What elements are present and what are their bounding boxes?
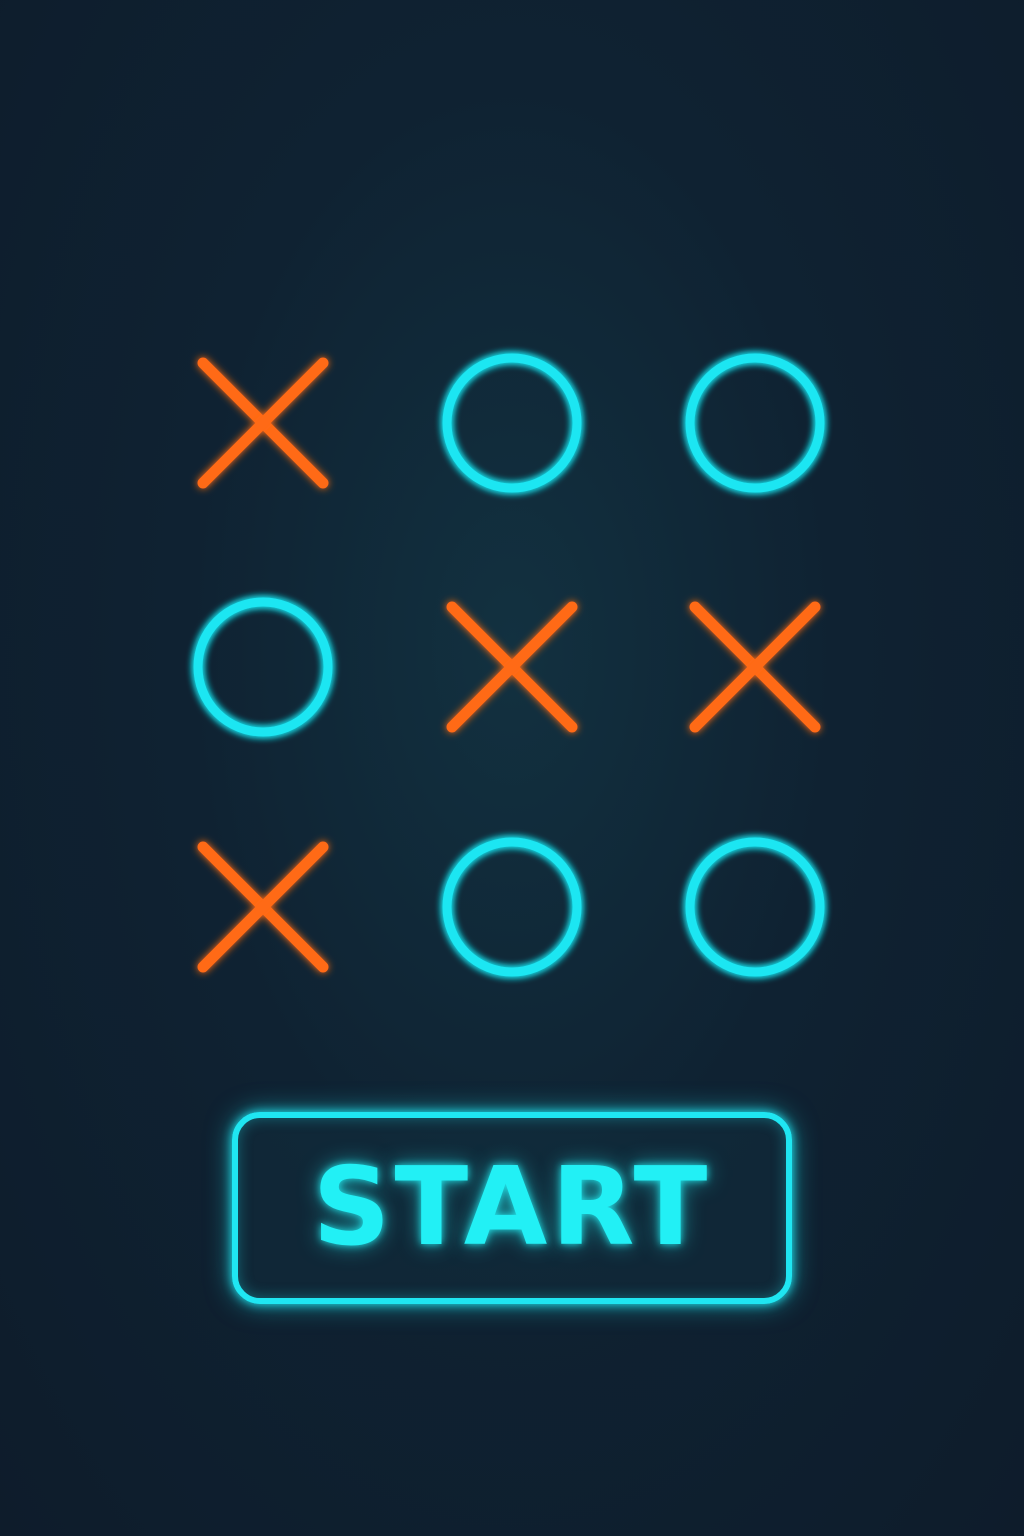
board-cell-0-2[interactable] xyxy=(645,313,865,533)
board-cell-2-2[interactable] xyxy=(645,797,865,1017)
start-button-label: START xyxy=(312,1145,712,1270)
start-button[interactable]: START xyxy=(232,1112,792,1304)
board-cells xyxy=(153,313,865,1017)
board-cell-1-2[interactable] xyxy=(645,557,865,777)
board-cell-1-0[interactable] xyxy=(153,557,373,777)
board-cell-0-0[interactable] xyxy=(153,313,373,533)
board-cell-2-0[interactable] xyxy=(153,797,373,1017)
board-cell-0-1[interactable] xyxy=(402,313,622,533)
game-screen: START xyxy=(0,0,1024,1536)
board-canvas xyxy=(151,308,873,1018)
tic-tac-toe-board xyxy=(150,305,875,1020)
board-cell-2-1[interactable] xyxy=(402,797,622,1017)
board-cell-1-1[interactable] xyxy=(402,557,622,777)
